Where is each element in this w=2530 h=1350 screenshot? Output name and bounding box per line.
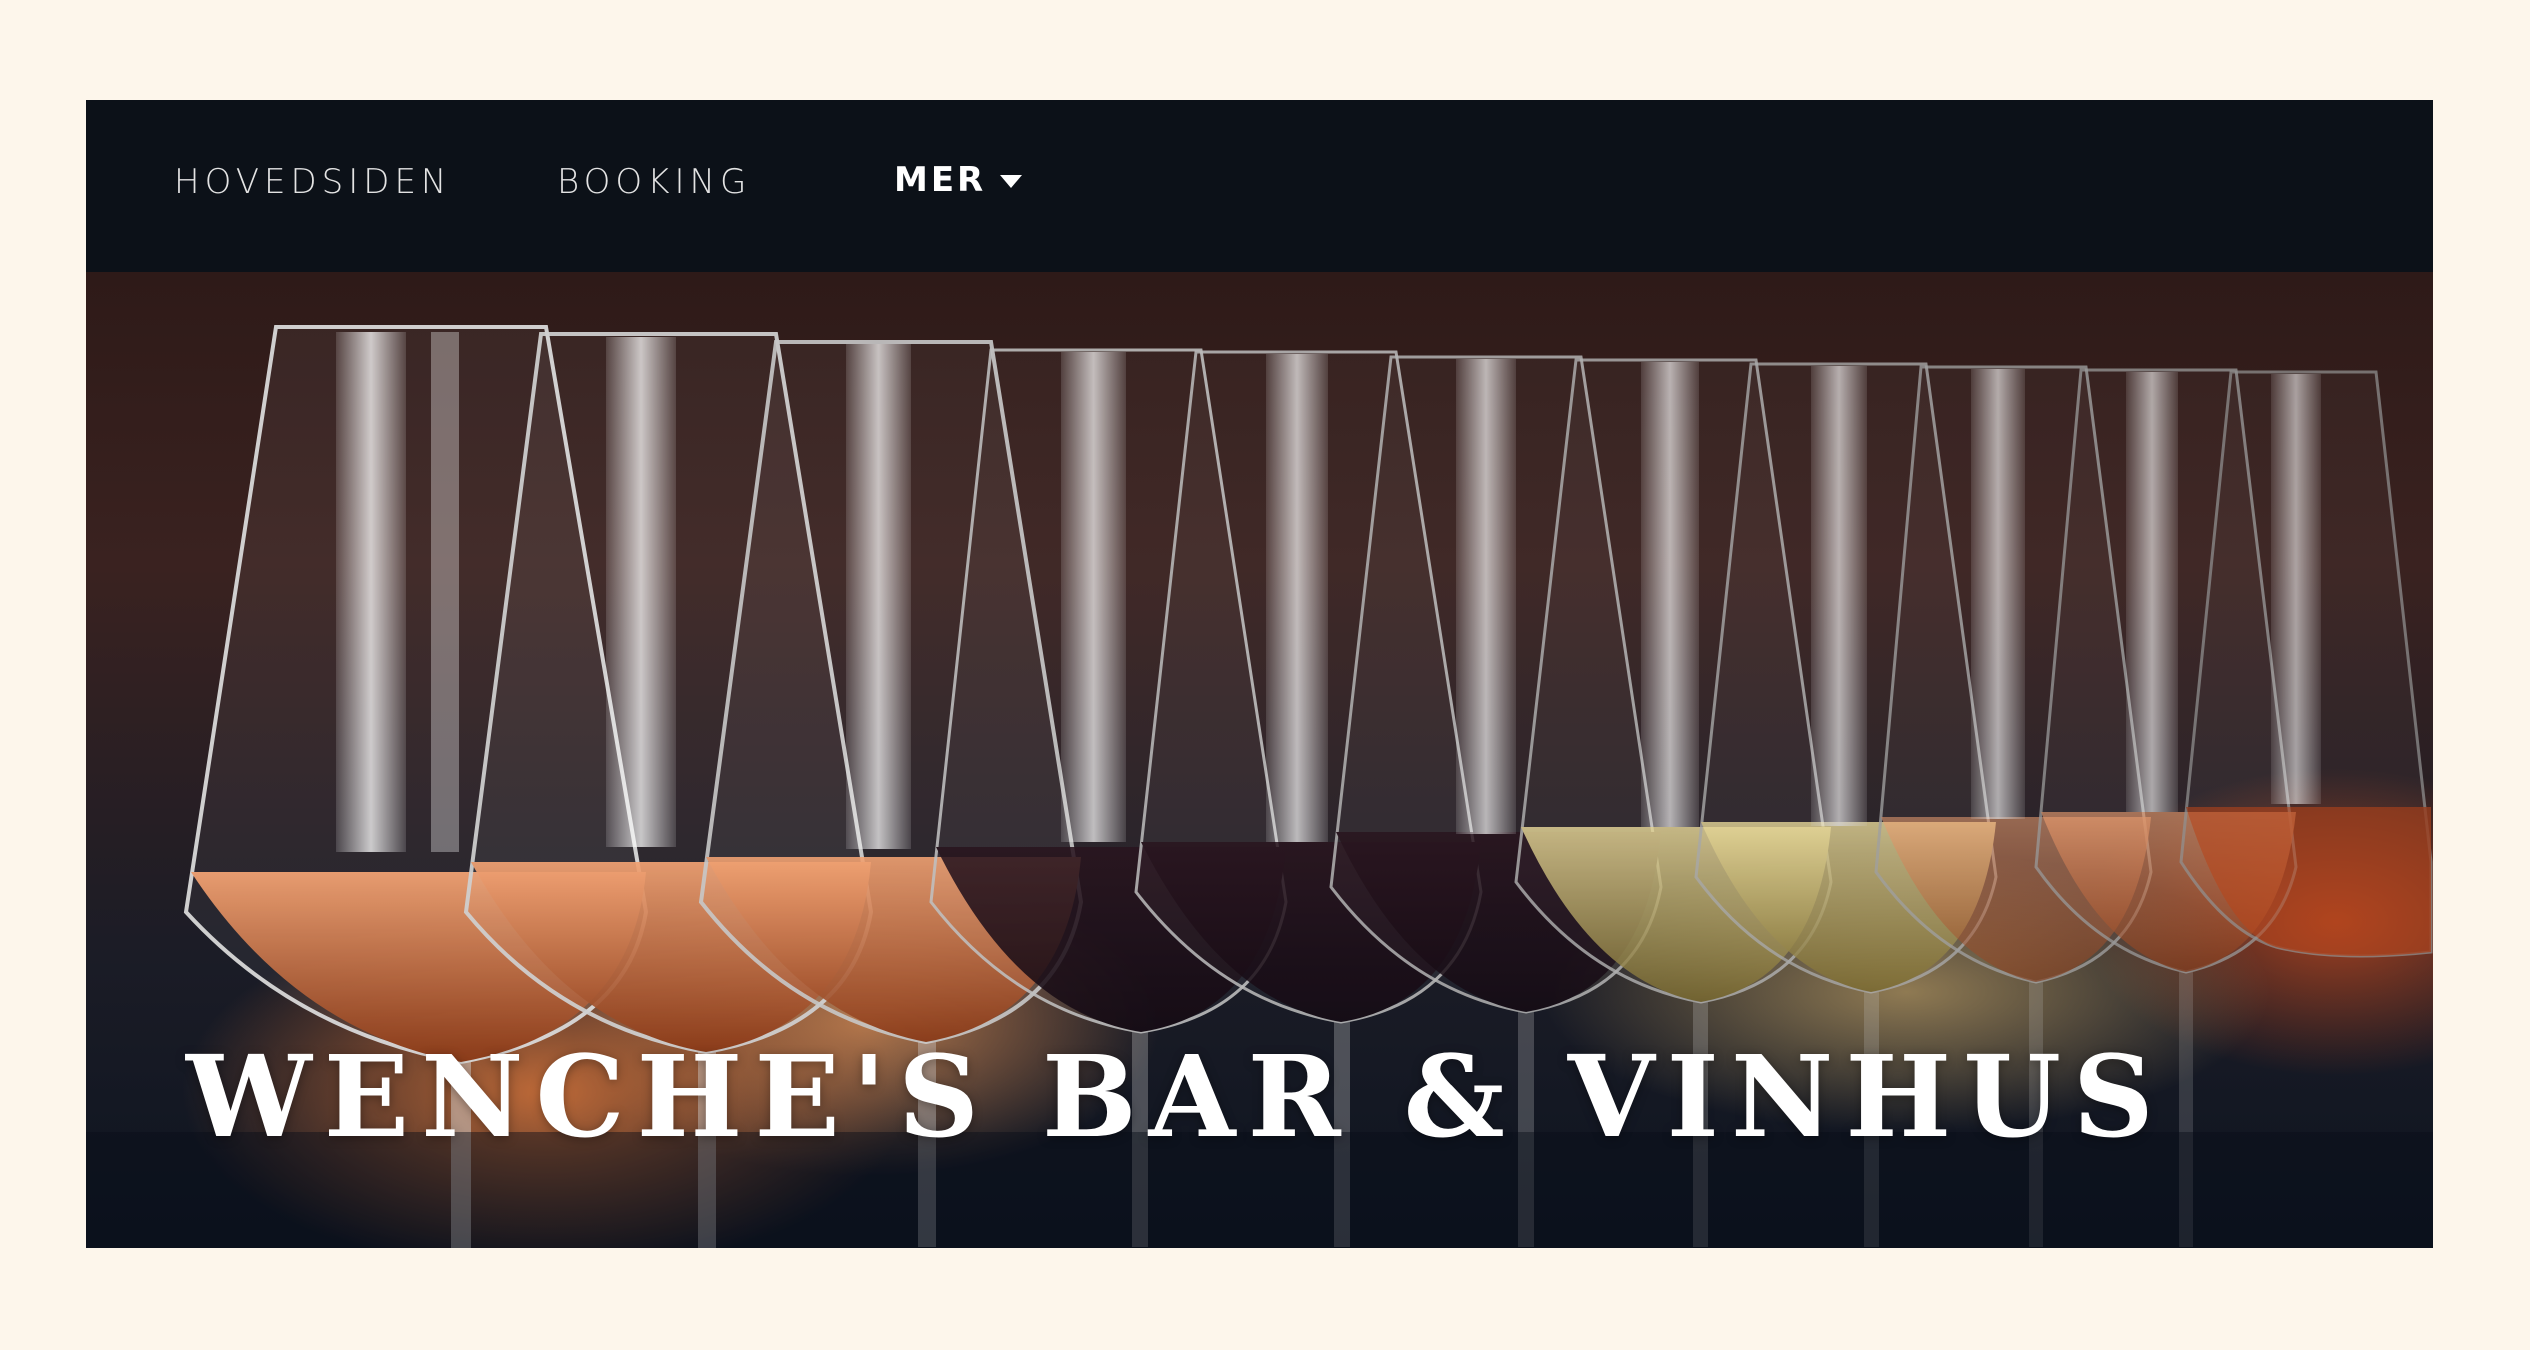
nav-menu-mer[interactable]: MER	[894, 160, 1023, 200]
top-navigation: HOVEDSIDEN BOOKING MER	[86, 100, 2433, 272]
nav-menu-mer-label: MER	[894, 160, 987, 200]
nav-link-booking[interactable]: BOOKING	[557, 162, 751, 202]
caret-down-icon	[1000, 175, 1023, 188]
hero-banner: WENCHE'S BAR & VINHUS	[86, 272, 2433, 1248]
site-frame: HOVEDSIDEN BOOKING MER WENCHE'S BAR & VI…	[86, 100, 2433, 1248]
nav-link-hovedsiden[interactable]: HOVEDSIDEN	[174, 162, 451, 202]
hero-title: WENCHE'S BAR & VINHUS	[186, 1032, 2166, 1163]
